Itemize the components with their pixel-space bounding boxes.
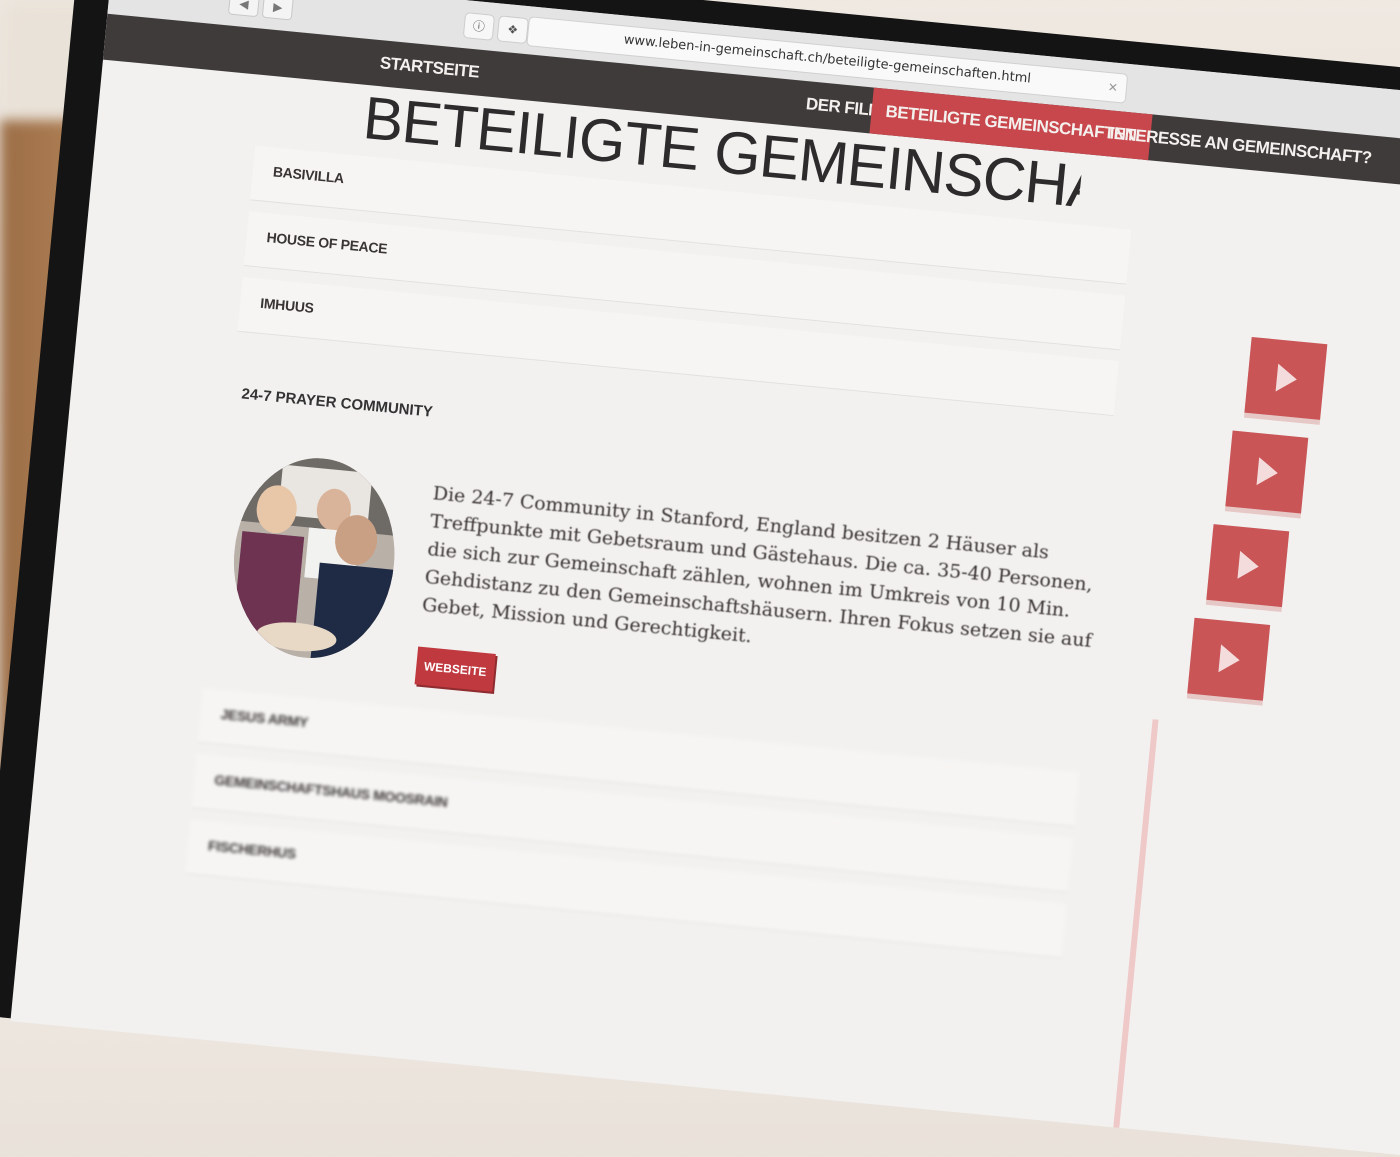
community-photo — [224, 450, 404, 666]
community-heading[interactable]: 24-7 Prayer Community — [241, 385, 434, 420]
community-label: Basivilla — [272, 163, 345, 187]
video-play-button-4[interactable] — [1187, 617, 1271, 701]
clear-icon[interactable]: ✕ — [1107, 73, 1120, 102]
people-photo-illustration — [224, 450, 404, 666]
play-icon — [1237, 550, 1261, 581]
extension-icon[interactable]: ❖ — [496, 15, 529, 45]
video-play-button-1[interactable] — [1244, 336, 1328, 420]
forward-arrow-icon[interactable]: ▶ — [261, 0, 294, 21]
play-icon — [1275, 363, 1299, 394]
back-arrow-icon[interactable]: ◀ — [227, 0, 261, 18]
play-icon — [1218, 644, 1241, 675]
video-play-button-3[interactable] — [1206, 524, 1290, 608]
community-label: House of Peace — [265, 229, 388, 257]
video-play-button-2[interactable] — [1225, 430, 1309, 514]
info-icon[interactable]: ⓘ — [462, 12, 496, 41]
side-divider — [1112, 719, 1159, 1138]
community-description: Die 24-7 Community in Stanford, England … — [421, 482, 1094, 652]
community-label: Fischerhus — [207, 837, 297, 862]
community-label: Jesus Army — [220, 705, 309, 731]
laptop-screen: ◀ ▶ ⓘ ❖ www.leben-in-gemeinschaft.ch/bet… — [10, 0, 1400, 1157]
community-label: Imhuus — [259, 294, 315, 316]
community-label: Gemeinschaftshaus Moosrain — [213, 771, 449, 810]
play-icon — [1256, 457, 1280, 488]
website-button[interactable]: Webseite — [414, 646, 496, 692]
